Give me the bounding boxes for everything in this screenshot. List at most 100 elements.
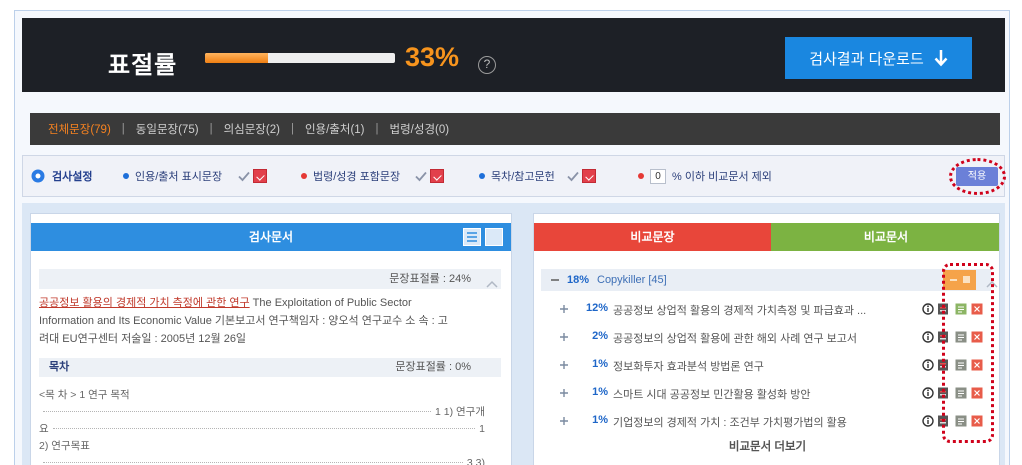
tab-laws-scripture[interactable]: 법령/성경(0): [390, 121, 450, 137]
compare-document-title[interactable]: 기업정보의 경제적 가치 : 조건부 가치평가법의 활용: [613, 414, 913, 430]
plagiarized-segment[interactable]: 공공정보 활용의 경제적 가치 측정에 관한 연구: [39, 297, 250, 309]
document-rate-band: 문장표절률 : 24%: [39, 269, 501, 289]
more-compare-documents-link[interactable]: 비교문서 더보기: [534, 438, 999, 454]
option-laws: 법령/성경 포함문장: [301, 156, 400, 196]
expand-plus-icon[interactable]: [559, 416, 569, 426]
check-icon[interactable]: [566, 169, 580, 183]
toc-left-text: 2) 연구목표: [39, 440, 90, 452]
compare-document-rate: 2%: [592, 330, 608, 342]
collapse-minus-icon[interactable]: [550, 275, 560, 285]
info-icon[interactable]: [922, 331, 934, 343]
source-group-rate: 18%: [567, 274, 590, 286]
list-view-icon[interactable]: [463, 228, 481, 246]
compare-document-title[interactable]: 공공정보 상업적 활용의 경제적 가치측정 및 파급효과 ...: [613, 302, 913, 318]
threshold-input[interactable]: 0: [650, 168, 666, 184]
document-line: Information and Its Economic Value 기본보고서…: [39, 312, 505, 330]
toc-right-text: 1: [479, 422, 485, 435]
compare-document-item: 12% 공공정보 상업적 활용의 경제적 가치측정 및 파급효과 ...: [541, 295, 991, 323]
bullet-icon: [123, 173, 129, 179]
toc-left-text: <목 차 > 1 연구 목적: [39, 389, 130, 401]
info-icon[interactable]: [922, 359, 934, 371]
toc-sentence-rate: 문장표절률 : 0%: [395, 361, 471, 373]
info-icon[interactable]: [922, 387, 934, 399]
inspected-document-header: 검사문서: [31, 223, 511, 251]
compare-document-title[interactable]: 스마트 시대 공공정보 민간활용 활성화 방안: [613, 386, 913, 402]
option-citation: 인용/출처 표시문장: [123, 156, 222, 196]
annotation-highlight: [949, 158, 1006, 195]
toc-line: 3 3): [39, 454, 485, 465]
document-sentence-rate: 문장표절률 : 24%: [389, 273, 471, 285]
check-icon[interactable]: [237, 169, 251, 183]
tab-citations[interactable]: 인용/출처(1): [305, 121, 365, 137]
tab-compare-documents[interactable]: 비교문서: [771, 223, 999, 251]
compare-document-title[interactable]: 정보화투자 효과분석 방법론 연구: [613, 358, 913, 374]
source-group-row: 18% Copykiller [45]: [541, 269, 991, 291]
expand-plus-icon[interactable]: [559, 304, 569, 314]
tab-all-sentences[interactable]: 전체문장(79): [48, 121, 111, 137]
question-circle-icon[interactable]: ?: [478, 56, 496, 74]
inspected-document-title: 검사문서: [248, 230, 294, 244]
exclude-toggle-toc-references[interactable]: [582, 169, 596, 183]
expand-plus-icon[interactable]: [559, 332, 569, 342]
download-report-button[interactable]: 검사결과 다운로드: [785, 37, 972, 79]
plagiarism-rate-value: 33%: [405, 42, 460, 72]
compare-document-item: 1% 기업정보의 경제적 가치 : 조건부 가치평가법의 활용: [541, 407, 991, 435]
compare-document-rate: 1%: [592, 358, 608, 370]
settings-icon: [31, 169, 45, 183]
compare-document-item: 1% 정보화투자 효과분석 방법론 연구: [541, 351, 991, 379]
summary-bar: 표절률 33% ? 검사결과 다운로드: [22, 18, 1005, 92]
settings-title-label: 검사설정: [52, 171, 93, 183]
tab-separator: |: [209, 123, 213, 135]
toc-right-text: 1 1) 연구개: [435, 406, 485, 418]
toc-line: <목 차 > 1 연구 목적: [39, 386, 485, 403]
toc-title: 목차: [49, 361, 70, 373]
option-toc-references-label: 목차/참고문헌: [491, 171, 555, 183]
bullet-icon: [638, 173, 644, 179]
exclude-toggle-citation[interactable]: [253, 169, 267, 183]
progress-fill: [205, 53, 268, 63]
document-text: 려대 EU연구센터 저술일 : 2005년 12월 26일: [39, 333, 247, 345]
document-text: Information and Its Economic Value 기본보고서…: [39, 315, 448, 327]
compare-document-rate: 1%: [592, 386, 608, 398]
option-laws-label: 법령/성경 포함문장: [313, 171, 401, 183]
inspection-settings-bar: 검사설정 인용/출처 표시문장 법령/성경 포함문장 목차/참고문헌 0 % 이…: [22, 155, 1006, 197]
settings-title: 검사설정: [31, 156, 92, 196]
check-icon[interactable]: [414, 169, 428, 183]
toc-line: 요1: [39, 420, 485, 437]
tab-identical-sentences[interactable]: 동일문장(75): [136, 121, 199, 137]
compare-document-title[interactable]: 공공정보의 상업적 활용에 관한 해외 사례 연구 보고서: [613, 330, 913, 346]
info-icon[interactable]: [922, 415, 934, 427]
download-button-label: 검사결과 다운로드: [809, 50, 924, 68]
expand-plus-icon[interactable]: [559, 360, 569, 370]
expand-plus-icon[interactable]: [559, 388, 569, 398]
document-line: 공공정보 활용의 경제적 가치 측정에 관한 연구 The Exploitati…: [39, 294, 505, 312]
toc-right-text: 3 3): [466, 456, 485, 465]
source-group-name[interactable]: Copykiller [45]: [597, 269, 667, 291]
compare-document-rate: 12%: [585, 302, 608, 314]
option-threshold: 0 % 이하 비교문서 제외: [638, 156, 772, 196]
tab-suspicious-sentences[interactable]: 의심문장(2): [224, 121, 280, 137]
expand-view-icon[interactable]: [485, 228, 503, 246]
comparison-panel: 비교문장 비교문서 18% Copykiller [45] 12% 공공정보 상…: [533, 213, 1000, 465]
annotation-highlight: [942, 263, 994, 443]
document-line: 려대 EU연구센터 저술일 : 2005년 12월 26일: [39, 330, 505, 348]
arrow-down-icon: [934, 50, 948, 67]
toc-line: 1 1) 연구개: [39, 403, 485, 420]
option-citation-label: 인용/출처 표시문장: [135, 171, 223, 183]
bullet-icon: [479, 173, 485, 179]
document-text: The Exploitation of Public Sector: [249, 297, 412, 309]
tab-separator: |: [375, 123, 379, 135]
compare-document-item: 1% 스마트 시대 공공정보 민간활용 활성화 방안: [541, 379, 991, 407]
bullet-icon: [301, 173, 307, 179]
info-icon[interactable]: [922, 303, 934, 315]
option-toc-references: 목차/참고문헌: [479, 156, 555, 196]
threshold-label: % 이하 비교문서 제외: [672, 171, 772, 183]
tab-separator: |: [121, 123, 125, 135]
toc-rate-band: 목차 문장표절률 : 0%: [39, 358, 501, 377]
plagiarism-progress-bar: [205, 53, 395, 63]
exclude-toggle-laws[interactable]: [430, 169, 444, 183]
tab-compare-sentences[interactable]: 비교문장: [534, 223, 771, 251]
inspected-document-panel: 검사문서 문장표절률 : 24% 공공정보 활용의 경제적 가치 측정에 관한 …: [30, 213, 512, 465]
scroll-up-icon[interactable]: [486, 280, 498, 288]
sentence-filter-tabs: 전체문장(79) | 동일문장(75) | 의심문장(2) | 인용/출처(1)…: [30, 113, 1000, 145]
